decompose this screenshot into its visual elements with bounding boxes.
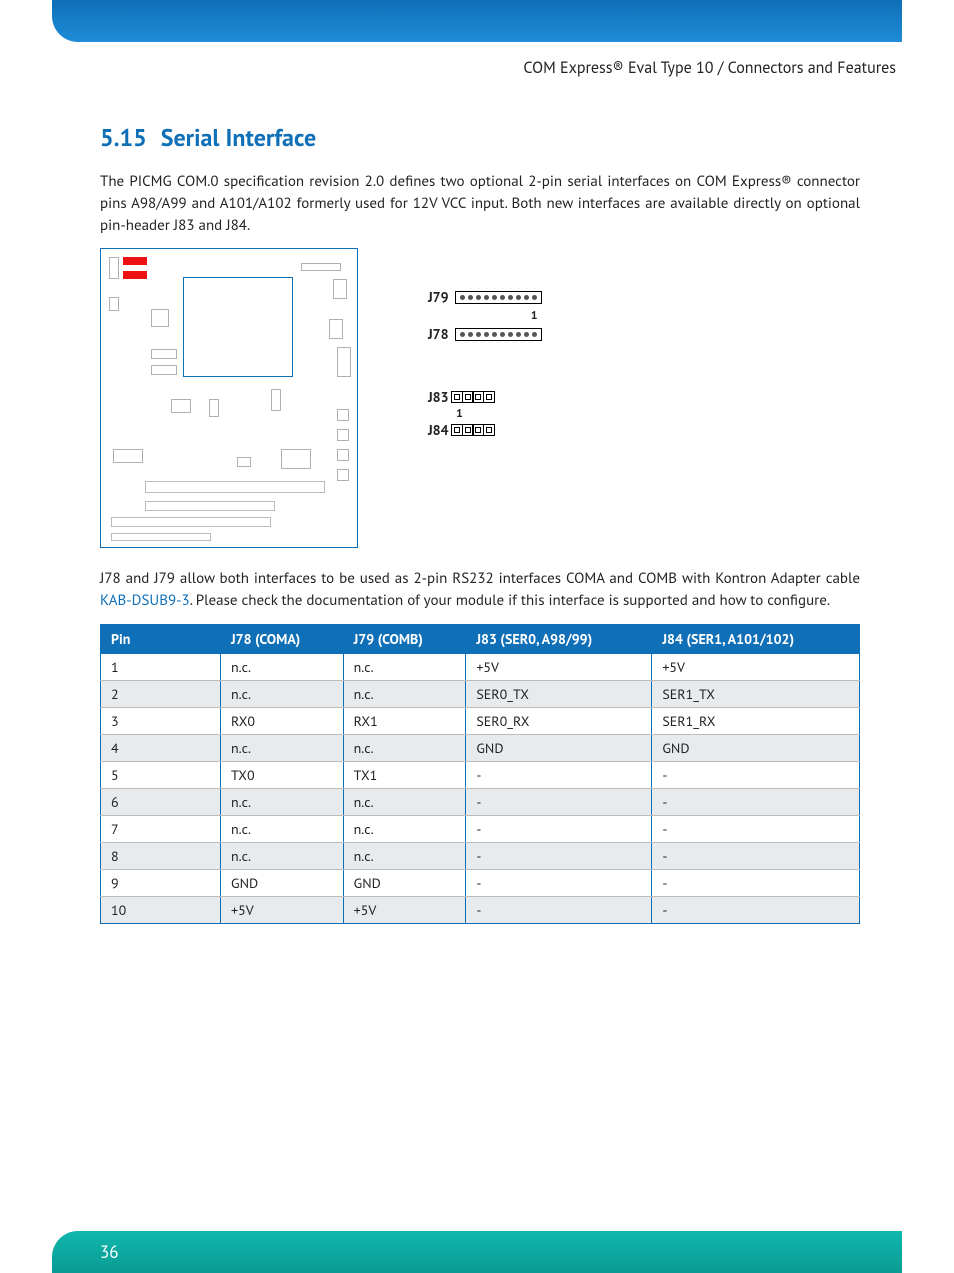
table-cell: - [652,842,860,869]
table-cell: - [466,896,652,923]
table-cell: +5V [221,896,344,923]
table-cell: - [652,815,860,842]
table-cell: - [466,815,652,842]
table-cell: 4 [101,734,221,761]
section-number: 5.15 [100,122,147,153]
table-cell: - [466,842,652,869]
table-cell: +5V [343,896,466,923]
table-cell: 2 [101,680,221,707]
table-cell: - [652,869,860,896]
table-cell: RX0 [221,707,344,734]
table-cell: SER1_TX [652,680,860,707]
table-cell: n.c. [221,815,344,842]
section-title: Serial Interface [161,122,316,153]
pin-table: Pin J78 (COMA) J79 (COMB) J83 (SER0, A98… [100,624,860,924]
table-cell: n.c. [343,734,466,761]
table-cell: +5V [652,653,860,680]
table-cell: 8 [101,842,221,869]
table-cell: 10 [101,896,221,923]
top-banner [52,0,902,42]
table-cell: 7 [101,815,221,842]
table-cell: n.c. [221,788,344,815]
label-j79: J79 [428,288,449,306]
paragraph-intro: The PICMG COM.0 specification revision 2… [100,171,860,236]
table-cell: - [652,896,860,923]
board-diagram [100,248,358,548]
table-header-row: Pin J78 (COMA) J79 (COMB) J83 (SER0, A98… [101,624,860,653]
content-area: 5.15 Serial Interface The PICMG COM.0 spe… [100,122,860,924]
table-cell: n.c. [221,680,344,707]
table-row: 9GNDGND-- [101,869,860,896]
pin1-label-top: 1 [531,308,538,323]
diagram-row: J79 1 J78 J83 [100,248,860,548]
breadcrumb: COM Express® Eval Type 10 / Connectors a… [523,58,896,78]
table-cell: n.c. [343,815,466,842]
table-cell: GND [343,869,466,896]
table-cell: n.c. [221,842,344,869]
j79-header-icon [455,291,542,304]
table-row: 8n.c.n.c.-- [101,842,860,869]
table-cell: 6 [101,788,221,815]
table-cell: n.c. [221,734,344,761]
th-j83: J83 (SER0, A98/99) [466,624,652,653]
table-cell: 5 [101,761,221,788]
section-heading: 5.15 Serial Interface [100,122,860,153]
table-cell: SER0_TX [466,680,652,707]
kab-dsub9-3-link[interactable]: KAB-DSUB9-3 [100,591,190,610]
table-cell: - [652,788,860,815]
table-row: 7n.c.n.c.-- [101,815,860,842]
th-pin: Pin [101,624,221,653]
th-j78: J78 (COMA) [221,624,344,653]
para2-post: . Please check the documentation of your… [190,591,830,610]
th-j84: J84 (SER1, A101/102) [652,624,860,653]
label-j84: J84 [428,421,449,439]
table-cell: 3 [101,707,221,734]
footer-banner: 36 [52,1231,902,1273]
table-cell: TX1 [343,761,466,788]
table-cell: n.c. [343,842,466,869]
table-row: 3RX0RX1SER0_RXSER1_RX [101,707,860,734]
paragraph-adapter: J78 and J79 allow both interfaces to be … [100,568,860,612]
j84-header-icon [453,424,495,436]
para2-pre: J78 and J79 allow both interfaces to be … [100,569,860,588]
j83-header-icon [453,391,495,403]
table-cell: GND [466,734,652,761]
table-cell: n.c. [343,680,466,707]
label-j78: J78 [428,325,449,343]
label-j83: J83 [428,388,449,406]
table-row: 1n.c.n.c.+5V+5V [101,653,860,680]
table-cell: GND [652,734,860,761]
table-cell: GND [221,869,344,896]
table-cell: - [466,869,652,896]
table-cell: TX0 [221,761,344,788]
pin1-label-bottom: 1 [456,406,542,421]
table-cell: n.c. [343,653,466,680]
page-number: 36 [100,1241,119,1263]
table-row: 6n.c.n.c.-- [101,788,860,815]
table-row: 5TX0TX1-- [101,761,860,788]
table-cell: - [466,761,652,788]
table-cell: 9 [101,869,221,896]
table-row: 2n.c.n.c.SER0_TXSER1_TX [101,680,860,707]
table-cell: RX1 [343,707,466,734]
connector-callouts: J79 1 J78 J83 [428,248,542,439]
table-row: 4n.c.n.c.GNDGND [101,734,860,761]
table-cell: - [466,788,652,815]
table-cell: 1 [101,653,221,680]
table-cell: n.c. [343,788,466,815]
table-cell: SER0_RX [466,707,652,734]
table-cell: - [652,761,860,788]
j78-header-icon [455,328,542,341]
table-row: 10+5V+5V-- [101,896,860,923]
table-cell: n.c. [221,653,344,680]
table-cell: SER1_RX [652,707,860,734]
table-cell: +5V [466,653,652,680]
th-j79: J79 (COMB) [343,624,466,653]
